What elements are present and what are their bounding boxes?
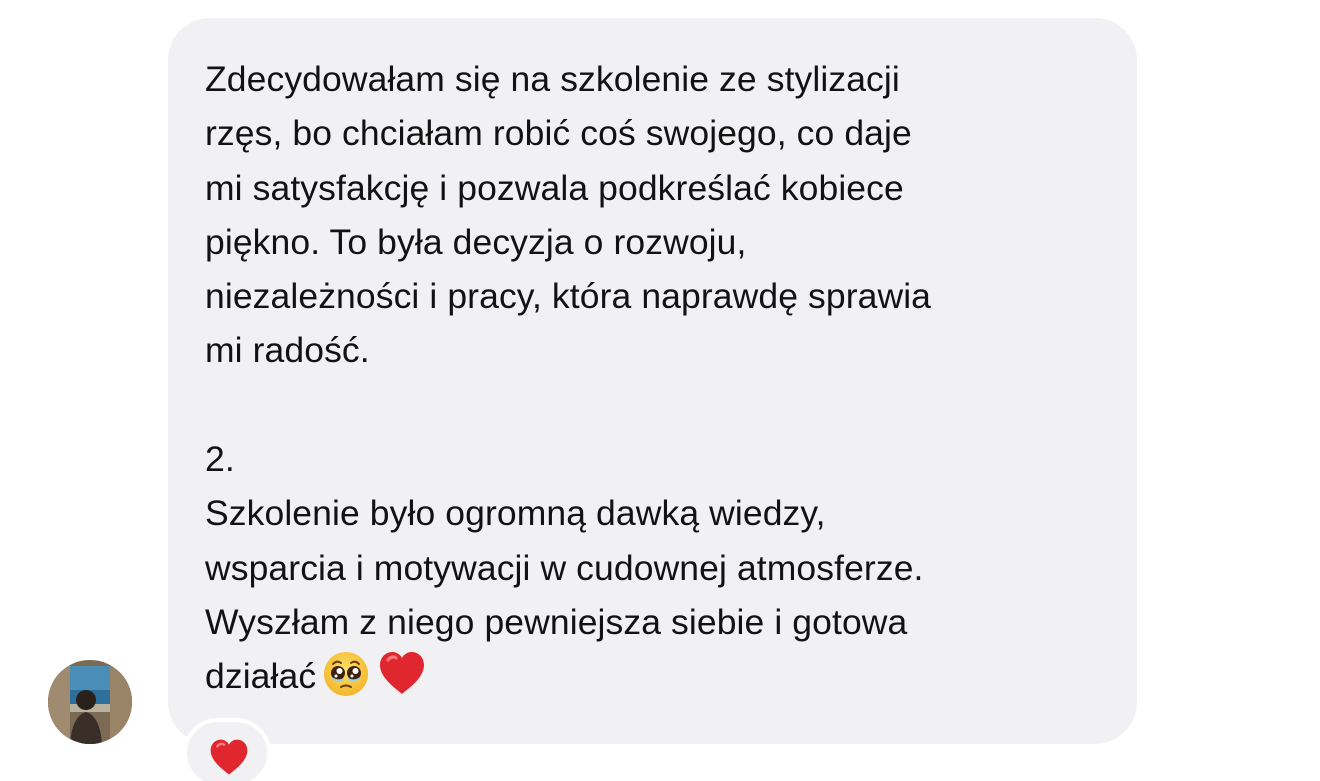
message-section-number: 2. <box>205 439 235 480</box>
message-bubble[interactable]: Zdecydowałam się na szkolenie ze styliza… <box>168 18 1137 744</box>
message-paragraph-2: Szkolenie było ogromną dawką wiedzy, wsp… <box>205 493 924 697</box>
red-heart-icon <box>376 650 428 713</box>
message-paragraph-1: Zdecydowałam się na szkolenie ze styliza… <box>205 59 932 371</box>
message-blank-line <box>205 378 1097 432</box>
message-paragraph-2-wrap: Szkolenie było ogromną dawką wiedzy, wsp… <box>205 486 1097 713</box>
red-heart-icon <box>207 738 251 781</box>
avatar[interactable] <box>48 660 132 744</box>
pleading-face-icon <box>322 650 370 713</box>
reaction-badge[interactable] <box>183 718 271 781</box>
